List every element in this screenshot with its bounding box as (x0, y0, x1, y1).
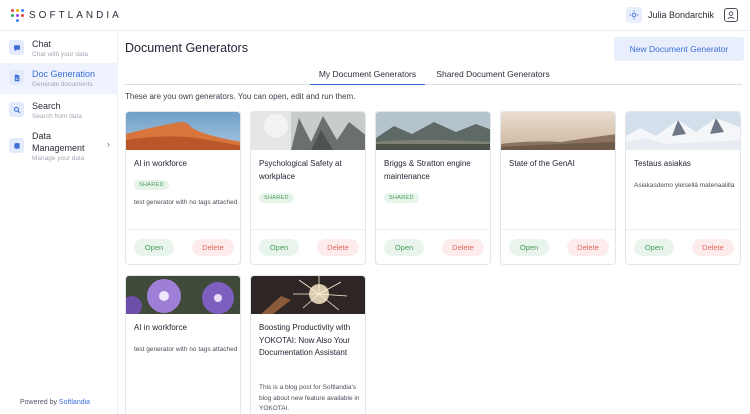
generator-card: AI in workforce test generator with no t… (125, 275, 241, 414)
card-description: test generator with no tags attached (134, 199, 238, 206)
open-button[interactable]: Open (384, 239, 424, 256)
chat-icon (9, 40, 24, 55)
shared-badge: SHARED (384, 193, 419, 203)
delete-button[interactable]: Delete (192, 239, 234, 256)
card-actions: Open Delete (501, 229, 615, 264)
card-actions: Open Delete (376, 229, 490, 264)
user-avatar-button[interactable] (724, 8, 738, 22)
sidebar-item-label: Doc Generation (32, 69, 96, 79)
open-button[interactable]: Open (634, 239, 674, 256)
card-image (251, 276, 365, 314)
card-title: State of the GenAI (509, 159, 575, 168)
tab-shared-document-generators[interactable]: Shared Document Generators (431, 68, 555, 85)
powered-prefix: Powered by (20, 399, 57, 406)
card-title: AI in workforce (134, 323, 187, 332)
intro-text: These are you own generators. You can op… (125, 92, 356, 101)
sidebar-item-search[interactable]: Search Search from data (0, 95, 118, 125)
generator-card: Testaus asiakas Asiakasdemo yleisellä ma… (625, 111, 741, 265)
card-title: Briggs & Stratton engine maintenance (384, 159, 471, 181)
card-description: Asiakasdemo yleisellä materiaalilla (634, 182, 735, 189)
sidebar-item-sub: Generate documents (32, 81, 93, 88)
open-button[interactable]: Open (259, 239, 299, 256)
sidebar-item-label: Search (32, 101, 61, 111)
user-name: Julia Bondarchik (647, 10, 714, 20)
delete-button[interactable]: Delete (317, 239, 359, 256)
user-icon (727, 11, 735, 20)
card-actions: Open Delete (251, 229, 365, 264)
card-actions: Open Delete (626, 229, 740, 264)
generator-card: Psychological Safety at workplace SHARED… (250, 111, 366, 265)
card-image (626, 112, 740, 150)
shared-badge: SHARED (259, 193, 294, 203)
sidebar: Chat Chat with your data Doc Generation … (0, 31, 118, 414)
user-area: Julia Bondarchik (625, 7, 738, 23)
logo-mark-icon (10, 8, 24, 22)
page-title: Document Generators (125, 41, 248, 55)
logo-text: SOFTLANDIA (29, 9, 122, 21)
card-title: Boosting Productivity with YOKOTAI: Now … (259, 323, 351, 357)
card-image (126, 276, 240, 314)
open-button[interactable]: Open (134, 239, 174, 256)
tab-my-document-generators[interactable]: My Document Generators (310, 68, 425, 85)
sidebar-item-sub: Search from data (32, 113, 82, 120)
card-image (376, 112, 490, 150)
top-bar: SOFTLANDIA Julia Bondarchik (0, 0, 750, 31)
sidebar-item-label: Data Management (32, 131, 85, 153)
shared-badge: SHARED (134, 180, 169, 190)
sidebar-item-label: Chat (32, 39, 52, 49)
database-icon (9, 138, 24, 153)
main-content: Document Generators New Document Generat… (118, 31, 750, 414)
generator-card: Briggs & Stratton engine maintenance SHA… (375, 111, 491, 265)
generator-card: State of the GenAI Open Delete (500, 111, 616, 265)
card-title: Psychological Safety at workplace (259, 159, 342, 181)
sidebar-item-doc-generation[interactable]: Doc Generation Generate documents (0, 63, 118, 94)
card-image (251, 112, 365, 150)
document-icon (9, 70, 24, 85)
sidebar-item-chat[interactable]: Chat Chat with your data (0, 33, 118, 63)
card-description: This is a blog post for Softlandia's blo… (259, 384, 360, 412)
open-button[interactable]: Open (509, 239, 549, 256)
delete-button[interactable]: Delete (692, 239, 734, 256)
generator-card: AI in workforce SHARED test generator wi… (125, 111, 241, 265)
sidebar-item-sub: Chat with your data (32, 51, 89, 58)
card-description: test generator with no tags attached (134, 346, 238, 353)
app-logo[interactable]: SOFTLANDIA (10, 8, 122, 22)
tab-bar: My Document Generators Shared Document G… (125, 68, 742, 85)
card-image (501, 112, 615, 150)
card-image (126, 112, 240, 150)
card-title: AI in workforce (134, 159, 187, 168)
sun-icon (629, 10, 639, 20)
theme-toggle-button[interactable] (625, 7, 642, 23)
new-document-generator-button[interactable]: New Document Generator (614, 37, 744, 61)
powered-by: Powered by Softlandia (20, 399, 90, 406)
generator-card: Boosting Productivity with YOKOTAI: Now … (250, 275, 366, 414)
delete-button[interactable]: Delete (442, 239, 484, 256)
sidebar-item-sub: Manage your data (32, 155, 85, 162)
sidebar-item-data-management[interactable]: Data Management Manage your data › (0, 127, 118, 165)
delete-button[interactable]: Delete (567, 239, 609, 256)
card-actions: Open Delete (126, 229, 240, 264)
chevron-right-icon: › (107, 139, 110, 149)
softlandia-link[interactable]: Softlandia (59, 399, 90, 406)
card-title: Testaus asiakas (634, 159, 691, 168)
search-icon (9, 102, 24, 117)
